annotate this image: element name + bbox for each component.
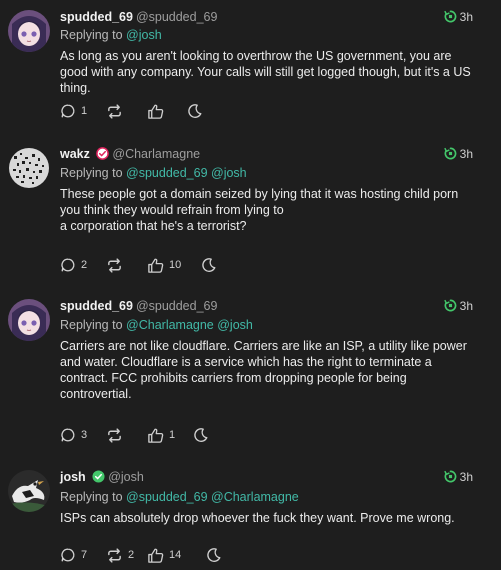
reply-prefix: Replying to [60,166,123,180]
repost-button[interactable]: 2 [106,545,134,565]
reply-count: 3 [81,429,88,441]
reply-context: Replying to @spudded_69 @Charlamagne [60,490,299,504]
author-handle[interactable]: @josh [108,470,144,484]
author-name[interactable]: wakz [60,147,90,161]
timestamp[interactable]: 3h [444,299,473,313]
repost-count: 2 [128,549,135,561]
like-icon [147,257,164,274]
history-icon [444,470,457,483]
reply-button[interactable]: 2 [60,255,87,275]
repost-icon [106,257,123,274]
body-text: Carriers are not like cloudflare. Carrie… [60,339,467,401]
boost-button[interactable] [187,101,203,121]
avatar-anime[interactable] [8,299,50,341]
like-icon [147,547,164,564]
repost-icon [106,547,123,564]
reply-button[interactable]: 1 [60,101,87,121]
repost-icon [106,103,123,120]
body-text: ISPs can absolutely drop whoever the fuc… [60,511,455,525]
verified-badge-icon [96,147,110,160]
history-icon [444,299,457,312]
post-body: Carriers are not like cloudflare. Carrie… [60,338,480,402]
reply-context: Replying to @josh [60,28,162,42]
post-body: These people got a domain seized by lyin… [60,186,480,234]
post-body: ISPs can absolutely drop whoever the fuc… [60,510,480,526]
like-button[interactable]: 10 [147,255,181,275]
repost-button[interactable] [106,255,128,275]
author-handle[interactable]: @spudded_69 [136,299,218,313]
boost-button[interactable] [193,425,209,445]
reply-count: 2 [81,259,88,271]
moon-icon [193,427,209,443]
post-body: As long as you aren't looking to overthr… [60,48,480,96]
like-button[interactable]: 14 [147,545,181,565]
reply-mentions[interactable]: @josh [126,28,162,42]
repost-icon [106,427,123,444]
body-text: These people got a domain seized by lyin… [60,187,459,217]
history-icon [444,147,457,160]
body-text: a corporation that he's a terrorist? [60,219,247,233]
avatar-bird[interactable] [8,470,50,512]
like-button[interactable] [147,101,169,121]
author-name[interactable]: spudded_69 [60,299,133,313]
reply-mentions[interactable]: @spudded_69 @Charlamagne [126,490,299,504]
avatar-static[interactable] [8,147,50,189]
timestamp[interactable]: 3h [444,10,473,24]
reply-prefix: Replying to [60,318,123,332]
reply-button[interactable]: 3 [60,425,87,445]
like-count: 1 [169,429,176,441]
reply-prefix: Replying to [60,28,123,42]
reply-prefix: Replying to [60,490,123,504]
reply-button[interactable]: 7 [60,545,87,565]
moon-icon [187,103,203,119]
like-button[interactable]: 1 [147,425,175,445]
reply-count: 7 [81,549,88,561]
boost-button[interactable] [201,255,217,275]
reply-icon [60,427,76,443]
timestamp[interactable]: 3h [444,147,473,161]
author-name[interactable]: josh [60,470,86,484]
verified-badge-icon [92,470,105,483]
repost-button[interactable] [106,425,128,445]
history-icon [444,10,457,23]
reply-icon [60,257,76,273]
reply-mentions[interactable]: @Charlamagne @josh [126,318,253,332]
avatar-anime[interactable] [8,10,50,52]
author-handle[interactable]: @spudded_69 [136,10,218,24]
like-count: 14 [169,549,182,561]
moon-icon [206,547,222,563]
reply-icon [60,547,76,563]
body-text: As long as you aren't looking to overthr… [60,49,471,95]
timestamp[interactable]: 3h [444,470,473,484]
reply-mentions[interactable]: @spudded_69 @josh [126,166,247,180]
like-icon [147,103,164,120]
reply-context: Replying to @Charlamagne @josh [60,318,253,332]
like-icon [147,427,164,444]
boost-button[interactable] [206,545,222,565]
reply-context: Replying to @spudded_69 @josh [60,166,247,180]
moon-icon [201,257,217,273]
repost-button[interactable] [106,101,128,121]
reply-icon [60,103,76,119]
like-count: 10 [169,259,182,271]
author-handle[interactable]: @Charlamagne [112,147,200,161]
reply-count: 1 [81,105,88,117]
author-name[interactable]: spudded_69 [60,10,133,24]
